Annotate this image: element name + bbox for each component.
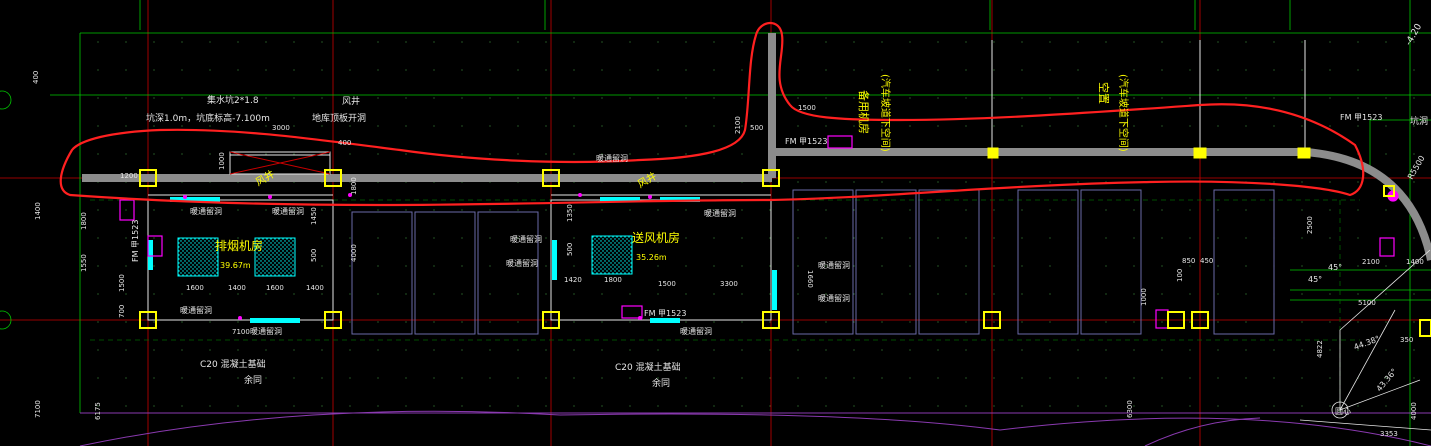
dim-2500: 2500 xyxy=(1306,216,1314,234)
dim-1800-c: 1800 xyxy=(604,276,622,284)
dim-1350: 1350 xyxy=(566,204,574,222)
dim-4822: 4822 xyxy=(1316,340,1324,358)
foundation-left-note: C20 混凝土基础 xyxy=(200,358,266,370)
dim-1000-b: 1000 xyxy=(1140,288,1148,306)
dot-grid xyxy=(80,33,1431,413)
foundation-mid-note: C20 混凝土基础 xyxy=(615,361,681,373)
dim-400: 400 xyxy=(32,71,40,84)
spare-room-2-note: (汽车坡道下空间) xyxy=(1117,74,1130,152)
hv-opening-11: 暖通留洞 xyxy=(818,293,850,303)
angle-4: 45° xyxy=(1308,275,1322,284)
dim-1400-c: 1400 xyxy=(1406,258,1424,266)
dim-1500-vertical: 1500 xyxy=(118,274,126,292)
pit-depth-note: 坑深1.0m，坑底标高-7.100m xyxy=(146,112,270,124)
dim-1450: 1450 xyxy=(310,207,318,225)
dim-1500-c: 1500 xyxy=(798,104,816,112)
same-left-note: 余同 xyxy=(244,374,262,386)
door-fm3-label: FM 甲1523 xyxy=(785,137,827,146)
hv-opening-3: 暖通留洞 xyxy=(180,305,212,315)
floor-opening-note: 地库顶板开洞 xyxy=(312,112,366,124)
hv-opening-1: 暖通留洞 xyxy=(190,206,222,216)
angle-3: 45° xyxy=(1328,263,1342,272)
hv-opening-4: 暖通留洞 xyxy=(250,326,282,336)
dim-4000-b: 4000 xyxy=(1410,402,1418,420)
dim-350: 350 xyxy=(1400,336,1413,344)
dim-1550: 1550 xyxy=(80,254,88,272)
door-fm4-label: FM 甲1523 xyxy=(1340,113,1382,122)
dim-6300: 6300 xyxy=(1126,400,1134,418)
smoke-room-label: 排烟机房 xyxy=(215,238,263,253)
hv-opening-10: 暖通留洞 xyxy=(818,260,850,270)
hv-opening-6: 暖通留洞 xyxy=(704,208,736,218)
sump-note: 集水坑2*1.8 xyxy=(207,94,259,106)
dim-1800-vertical: 1800 xyxy=(80,212,88,230)
hv-opening-2: 暖通留洞 xyxy=(272,206,304,216)
dim-3000: 3000 xyxy=(272,124,290,132)
dim-2100-a: 2100 xyxy=(734,116,742,134)
dim-1600-a: 1600 xyxy=(186,284,204,292)
same-mid-note: 余同 xyxy=(652,377,670,389)
dim-1500: 1500 xyxy=(658,280,676,288)
supply-room-area: 35.26m xyxy=(636,253,667,262)
pit-right-label: 坑洞 xyxy=(1410,115,1428,127)
spare-room-1-note: (汽车坡道下空间) xyxy=(879,74,892,152)
dim-500-a: 500 xyxy=(310,249,318,262)
hv-opening-5: 暖通留洞 xyxy=(596,153,628,163)
dim-1400-vertical: 1400 xyxy=(34,202,42,220)
spare-room-2-label: 空置 xyxy=(1097,82,1111,104)
fan-equipment-1 xyxy=(177,237,219,277)
door-fm1-label: FM 甲1523 xyxy=(131,220,140,262)
fan-equipment-3 xyxy=(591,235,633,275)
dim-5100: 5100 xyxy=(1358,299,1376,307)
dim-2100-b: 2100 xyxy=(1362,258,1380,266)
dim-1400-a: 1400 xyxy=(228,284,246,292)
dim-500-c: 500 xyxy=(750,124,763,132)
dim-1420: 1420 xyxy=(564,276,582,284)
dim-400-b: 400 xyxy=(338,139,351,147)
air-shaft-top-label: 风井 xyxy=(342,95,360,107)
hv-opening-7: 暖通留洞 xyxy=(510,234,542,244)
dim-1200: 1200 xyxy=(120,172,138,180)
dim-6175: 6175 xyxy=(94,402,102,420)
supply-room-label: 送风机房 xyxy=(632,230,680,245)
dim-7100-b: 7100 xyxy=(34,400,42,418)
dim-3300: 3300 xyxy=(720,280,738,288)
dim-1000: 1000 xyxy=(218,152,226,170)
door-fm2-label: FM 甲1523 xyxy=(644,309,686,318)
dim-3353: 3353 xyxy=(1380,430,1398,438)
smoke-room-area: 39.67m xyxy=(220,261,251,270)
dim-450: 450 xyxy=(1200,257,1213,265)
hv-opening-9: 暖通留洞 xyxy=(680,326,712,336)
dim-700: 700 xyxy=(118,305,126,318)
dim-1600-b: 1600 xyxy=(266,284,284,292)
spare-room-1-label: 备用机房 xyxy=(857,90,871,134)
dim-100: 100 xyxy=(1176,269,1184,282)
dim-7100: 7100 xyxy=(232,328,250,336)
dim-1660: 1660 xyxy=(806,270,814,288)
dim-1800-b: 1800 xyxy=(350,177,358,195)
hv-opening-8: 暖通留洞 xyxy=(506,258,538,268)
circle-center-label: 圆心 xyxy=(1335,407,1351,416)
dim-500-b: 500 xyxy=(566,243,574,256)
dim-1400-b: 1400 xyxy=(306,284,324,292)
dim-4000: 4000 xyxy=(350,244,358,262)
dim-850: 850 xyxy=(1182,257,1195,265)
cad-drawing-canvas[interactable]: 集水坑2*1.8 坑深1.0m，坑底标高-7.100m 风井 地库顶板开洞 排烟… xyxy=(0,0,1431,446)
